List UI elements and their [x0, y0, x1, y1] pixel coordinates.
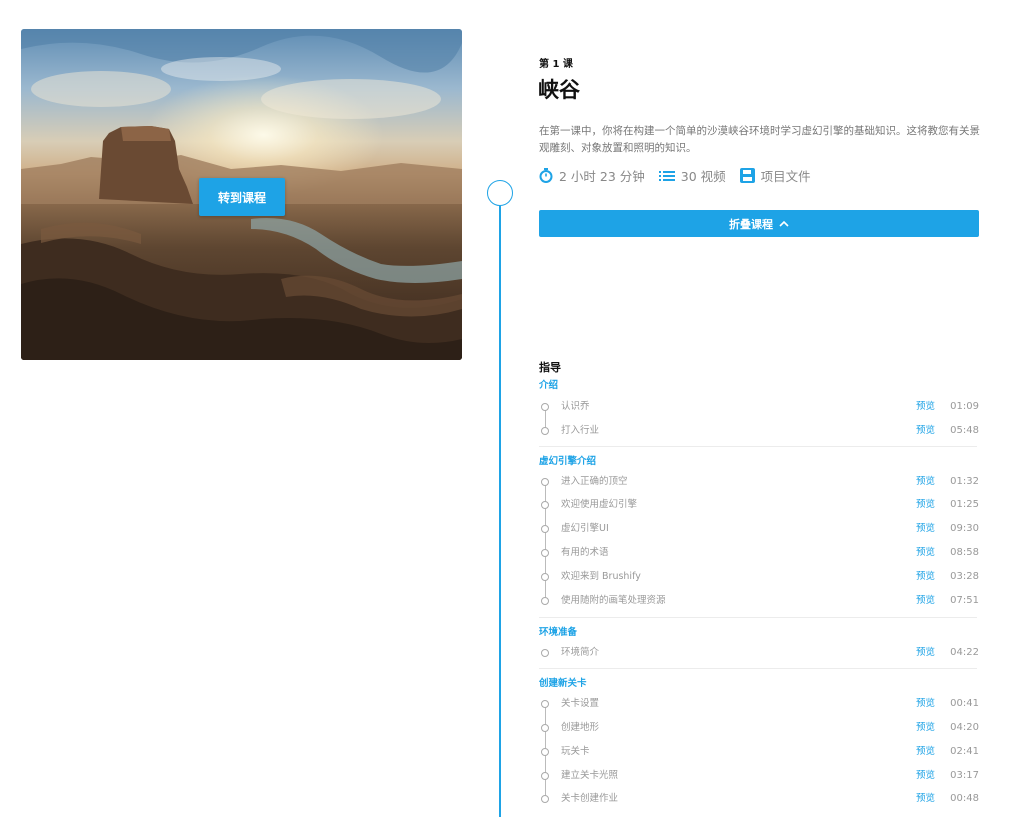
list-icon — [658, 170, 675, 181]
duration-text: 2 小时 23 分钟 — [559, 169, 645, 184]
item-dot — [541, 649, 549, 657]
item-dot — [541, 525, 549, 533]
item-dot — [541, 573, 549, 581]
lesson-item[interactable]: 关卡创建作业 预览 00:48 — [539, 792, 979, 808]
item-name: 认识乔 — [561, 401, 590, 412]
item-dot — [541, 501, 549, 509]
lesson-item[interactable]: 进入正确的顶空 预览 01:32 — [539, 475, 979, 491]
item-name: 虚幻引擎UI — [561, 523, 609, 534]
preview-link[interactable]: 预览 — [916, 646, 935, 660]
preview-link[interactable]: 预览 — [916, 745, 935, 759]
preview-link[interactable]: 预览 — [916, 769, 935, 783]
preview-link[interactable]: 预览 — [916, 498, 935, 512]
item-dot — [541, 724, 549, 732]
item-duration: 00:48 — [950, 793, 979, 804]
item-duration: 02:41 — [950, 746, 979, 757]
item-name: 有用的术语 — [561, 547, 609, 558]
item-name: 使用随附的画笔处理资源 — [561, 595, 666, 606]
item-name: 环境简介 — [561, 647, 600, 658]
collapse-course-button[interactable]: 折叠课程 — [539, 210, 979, 237]
preview-link[interactable]: 预览 — [916, 522, 935, 536]
item-name: 进入正确的顶空 — [561, 476, 628, 487]
item-duration: 03:17 — [950, 770, 979, 781]
item-dot — [541, 772, 549, 780]
lesson-item[interactable]: 认识乔 预览 01:09 — [539, 400, 979, 416]
lesson-item[interactable]: 欢迎来到 Brushify 预览 03:28 — [539, 570, 979, 586]
lesson-item[interactable]: 建立关卡光照 预览 03:17 — [539, 769, 979, 785]
section-divider — [539, 668, 977, 669]
item-duration: 05:48 — [950, 425, 979, 436]
preview-link[interactable]: 预览 — [916, 792, 935, 806]
videos-text: 30 视频 — [680, 169, 726, 184]
preview-link[interactable]: 预览 — [916, 594, 935, 608]
lesson-item[interactable]: 关卡设置 预览 00:41 — [539, 697, 979, 713]
item-dot — [541, 748, 549, 756]
chevron-up-icon — [779, 220, 789, 227]
item-dot — [541, 403, 549, 411]
preview-link[interactable]: 预览 — [916, 570, 935, 584]
preview-link[interactable]: 预览 — [916, 546, 935, 560]
timeline-node — [487, 180, 513, 206]
lesson-item[interactable]: 欢迎使用虚幻引擎 预览 01:25 — [539, 498, 979, 514]
project-files-link[interactable]: 项目文件 — [761, 166, 811, 185]
go-to-course-button[interactable]: 转到课程 — [199, 178, 285, 216]
lesson-item[interactable]: 使用随附的画笔处理资源 预览 07:51 — [539, 594, 979, 610]
item-duration: 09:30 — [950, 523, 979, 534]
item-duration: 08:58 — [950, 547, 979, 558]
section-divider — [539, 617, 977, 618]
item-name: 欢迎来到 Brushify — [561, 571, 641, 582]
section-title[interactable]: 介绍 — [539, 377, 558, 391]
save-disk-icon — [739, 168, 755, 183]
item-duration: 01:09 — [950, 401, 979, 412]
section-title[interactable]: 虚幻引擎介绍 — [539, 453, 596, 467]
lesson-item[interactable]: 虚幻引擎UI 预览 09:30 — [539, 522, 979, 538]
item-duration: 07:51 — [950, 595, 979, 606]
item-name: 建立关卡光照 — [561, 770, 619, 781]
item-name: 打入行业 — [561, 425, 600, 436]
duration-meta: 2 小时 23 分钟 — [539, 166, 645, 185]
timeline-line — [499, 206, 501, 817]
item-dot — [541, 597, 549, 605]
collapse-course-label: 折叠课程 — [729, 217, 773, 231]
lesson-item[interactable]: 打入行业 预览 05:48 — [539, 424, 979, 440]
preview-link[interactable]: 预览 — [916, 697, 935, 711]
item-duration: 04:20 — [950, 722, 979, 733]
item-dot — [541, 795, 549, 803]
lesson-item[interactable]: 环境简介 预览 04:22 — [539, 646, 979, 662]
lesson-meta: 2 小时 23 分钟 30 视频 项目文件 — [539, 166, 825, 185]
lesson-hero-image[interactable]: 转到课程 — [21, 29, 462, 360]
lesson-item[interactable]: 创建地形 预览 04:20 — [539, 721, 979, 737]
item-duration: 03:28 — [950, 571, 979, 582]
preview-link[interactable]: 预览 — [916, 721, 935, 735]
section-divider — [539, 446, 977, 447]
curriculum-heading: 指导 — [539, 361, 561, 374]
item-name: 创建地形 — [561, 722, 600, 733]
item-duration: 01:32 — [950, 476, 979, 487]
item-dot — [541, 549, 549, 557]
preview-link[interactable]: 预览 — [916, 424, 935, 438]
item-duration: 00:41 — [950, 698, 979, 709]
item-name: 玩关卡 — [561, 746, 590, 757]
preview-link[interactable]: 预览 — [916, 475, 935, 489]
item-name: 关卡创建作业 — [561, 793, 619, 804]
item-dot — [541, 427, 549, 435]
project-files-meta[interactable]: 项目文件 — [739, 166, 811, 185]
item-dot — [541, 700, 549, 708]
lesson-title: 峡谷 — [538, 78, 580, 102]
section-title[interactable]: 环境准备 — [539, 624, 577, 638]
item-dot — [541, 478, 549, 486]
lesson-description: 在第一课中，你将在构建一个简单的沙漠峡谷环境时学习虚幻引擎的基础知识。这将教您有… — [539, 125, 980, 154]
item-name: 欢迎使用虚幻引擎 — [561, 499, 638, 510]
lesson-number: 第 1 课 — [539, 59, 573, 70]
videos-meta: 30 视频 — [658, 166, 726, 185]
item-duration: 01:25 — [950, 499, 979, 510]
item-name: 关卡设置 — [561, 698, 600, 709]
lesson-item[interactable]: 玩关卡 预览 02:41 — [539, 745, 979, 761]
item-duration: 04:22 — [950, 647, 979, 658]
lesson-item[interactable]: 有用的术语 预览 08:58 — [539, 546, 979, 562]
preview-link[interactable]: 预览 — [916, 400, 935, 414]
stopwatch-icon — [539, 168, 553, 183]
section-title[interactable]: 创建新关卡 — [539, 675, 587, 689]
